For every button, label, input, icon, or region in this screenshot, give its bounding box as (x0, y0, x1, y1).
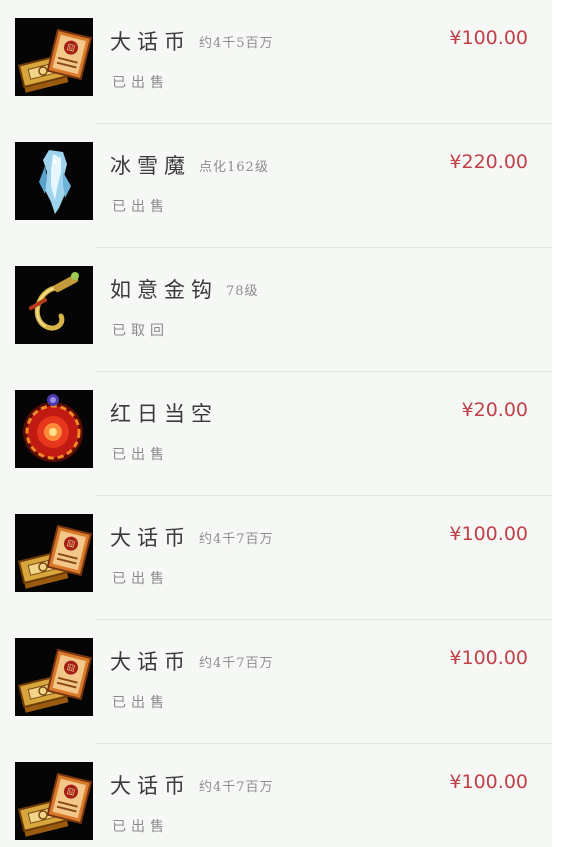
list-item[interactable]: 囧 大话币 约4千5百万 已出售 ¥100.00 (0, 0, 552, 124)
item-name: 如意金钩 78级 (110, 278, 259, 302)
red-sun-orb-icon (15, 390, 93, 468)
list-item[interactable]: 如意金钩 78级 已取回 (0, 248, 552, 372)
item-note: 约4千7百万 (199, 532, 274, 547)
golden-hook-icon (15, 266, 93, 344)
item-price: ¥100.00 (449, 647, 528, 669)
item-name: 大话币 约4千7百万 (110, 774, 274, 798)
item-name: 红日当空 (110, 402, 218, 426)
dahua-coin-icon: 囧 (15, 762, 93, 840)
order-list: 囧 大话币 约4千5百万 已出售 ¥100.00 冰雪魔 点化162级 已出售 ¥2… (0, 0, 552, 847)
item-note: 点化162级 (199, 160, 269, 175)
item-status: 已取回 (112, 323, 169, 339)
item-status: 已出售 (112, 571, 169, 587)
list-item[interactable]: 红日当空 已出售 ¥20.00 (0, 372, 552, 496)
item-note: 约4千7百万 (199, 656, 274, 671)
item-thumbnail: 囧 (15, 514, 93, 592)
dahua-coin-icon: 囧 (15, 638, 93, 716)
dahua-coin-icon: 囧 (15, 514, 93, 592)
item-price: ¥20.00 (461, 399, 528, 421)
item-status: 已出售 (112, 819, 169, 835)
item-name: 大话币 约4千5百万 (110, 30, 274, 54)
list-item[interactable]: 囧 大话币 约4千7百万 已出售 ¥100.00 (0, 496, 552, 620)
item-status: 已出售 (112, 447, 169, 463)
item-status: 已出售 (112, 695, 169, 711)
ice-demon-icon (15, 142, 93, 220)
item-status: 已出售 (112, 75, 169, 91)
item-status: 已出售 (112, 199, 169, 215)
item-thumbnail: 囧 (15, 762, 93, 840)
item-price: ¥100.00 (449, 771, 528, 793)
item-price: ¥100.00 (449, 27, 528, 49)
dahua-coin-icon: 囧 (15, 18, 93, 96)
item-name: 大话币 约4千7百万 (110, 526, 274, 550)
item-thumbnail: 囧 (15, 638, 93, 716)
item-thumbnail (15, 266, 93, 344)
list-item[interactable]: 囧 大话币 约4千7百万 已出售 ¥100.00 (0, 620, 552, 744)
item-name: 冰雪魔 点化162级 (110, 154, 269, 178)
item-note: 约4千7百万 (199, 780, 274, 795)
list-item[interactable]: 囧 大话币 约4千7百万 已出售 ¥100.00 (0, 744, 552, 847)
item-thumbnail (15, 142, 93, 220)
item-thumbnail: 囧 (15, 18, 93, 96)
item-thumbnail (15, 390, 93, 468)
item-price: ¥220.00 (449, 151, 528, 173)
list-item[interactable]: 冰雪魔 点化162级 已出售 ¥220.00 (0, 124, 552, 248)
item-price: ¥100.00 (449, 523, 528, 545)
item-note: 78级 (226, 284, 259, 299)
item-name: 大话币 约4千7百万 (110, 650, 274, 674)
item-note: 约4千5百万 (199, 36, 274, 51)
